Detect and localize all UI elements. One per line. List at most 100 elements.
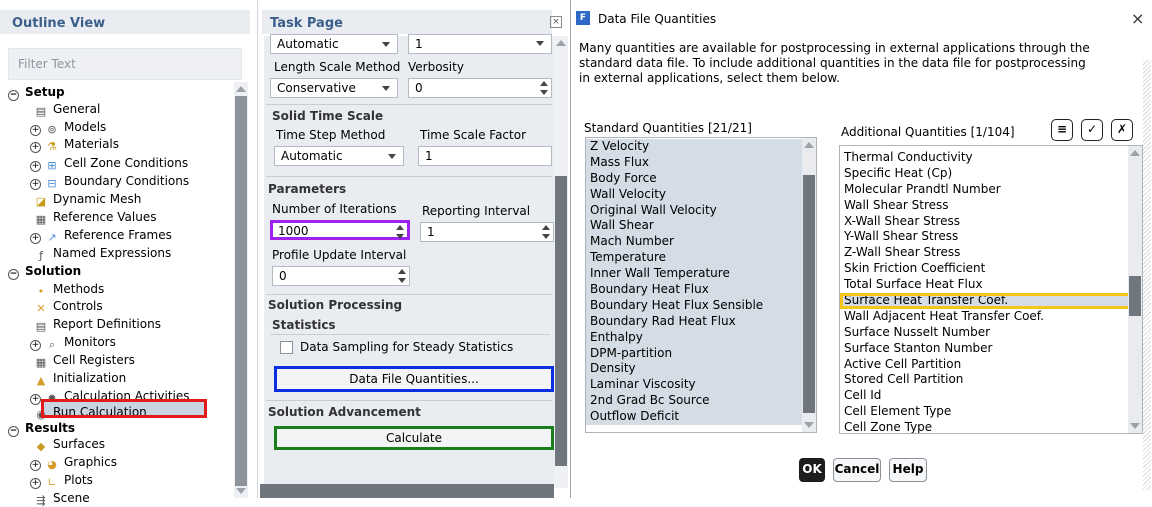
expand-icon[interactable]: + xyxy=(30,233,41,244)
list-item[interactable]: Wall Shear xyxy=(586,218,816,235)
list-item[interactable]: Z-Wall Shear Stress xyxy=(840,245,1142,261)
tree-item-graphics[interactable]: + ◕ Graphics xyxy=(30,454,117,471)
list-item[interactable]: Inner Wall Temperature xyxy=(586,266,816,283)
list-item[interactable]: Cell Element Type xyxy=(840,404,1142,420)
list-item[interactable]: Body Force xyxy=(586,170,816,187)
tree-item-plots[interactable]: + ∟ Plots xyxy=(30,472,93,489)
data-sampling-checkbox[interactable] xyxy=(280,341,293,354)
tree-item-materials[interactable]: + ⚗ Materials xyxy=(30,136,119,153)
tree-item-cell-zone-conditions[interactable]: + ⊞ Cell Zone Conditions xyxy=(30,155,188,172)
ok-button[interactable]: OK xyxy=(799,458,825,482)
list-item[interactable]: Laminar Viscosity xyxy=(586,377,816,394)
task-page-title: Task Page xyxy=(262,10,552,34)
tree-item-cell-registers[interactable]: ▦ Cell Registers xyxy=(34,352,135,369)
top-method-select[interactable]: Automatic xyxy=(270,34,398,54)
select-all-icon[interactable]: ≡ xyxy=(1051,119,1073,141)
tree-item-models[interactable]: + ⊚ Models xyxy=(30,119,106,136)
task-page-scrollbar[interactable] xyxy=(554,36,568,488)
close-icon[interactable]: × xyxy=(1131,9,1144,28)
list-item[interactable]: Z Velocity xyxy=(586,139,816,155)
calculate-button[interactable]: Calculate xyxy=(274,426,554,450)
tree-item-reference-values[interactable]: ▦ Reference Values xyxy=(34,209,157,226)
profile-update-interval-input[interactable]: 0 xyxy=(272,266,410,286)
cell-registers-icon: ▦ xyxy=(35,356,47,369)
tree-item-named-expressions[interactable]: ƒ Named Expressions xyxy=(34,245,171,262)
tree-item-methods[interactable]: • Methods xyxy=(34,281,105,298)
list-item[interactable]: DPM-partition xyxy=(586,345,816,362)
collapse-icon[interactable]: − xyxy=(8,426,19,437)
tree-item-surfaces[interactable]: ◆ Surfaces xyxy=(34,436,105,453)
list-item[interactable]: Active Cell Partition xyxy=(840,357,1142,373)
list-item[interactable]: Surface Stanton Number xyxy=(840,341,1142,357)
reporting-interval-input[interactable]: 1 xyxy=(420,222,554,242)
list-item[interactable]: Wall Adjacent Heat Transfer Coef. xyxy=(840,309,1142,325)
list-item[interactable]: Wall Shear Stress xyxy=(840,198,1142,214)
verbosity-input[interactable]: 0 xyxy=(408,78,552,98)
tree-item-setup[interactable]: − Setup xyxy=(8,84,65,101)
help-button[interactable]: Help xyxy=(889,458,927,482)
expand-icon[interactable]: + xyxy=(30,161,41,172)
tree-item-general[interactable]: ▤ General xyxy=(34,101,101,118)
filter-text-input[interactable]: Filter Text xyxy=(8,48,242,80)
list-item[interactable]: Y-Wall Shear Stress xyxy=(840,229,1142,245)
list-item[interactable]: Stored Cell Partition xyxy=(840,372,1142,388)
deselect-all-icon[interactable]: ✗ xyxy=(1111,119,1133,141)
standard-quantities-list[interactable]: Z Velocity Mass Flux Body Force Wall Veloci… xyxy=(585,137,817,433)
select-checked-icon[interactable]: ✓ xyxy=(1081,119,1103,141)
tree-item-monitors[interactable]: + ⌕ Monitors xyxy=(30,334,116,351)
list-item[interactable]: Outflow Deficit xyxy=(586,409,816,426)
tree-item-solution[interactable]: − Solution xyxy=(8,263,81,280)
expand-icon[interactable]: + xyxy=(30,340,41,351)
list-item[interactable]: 2nd Grad Bc Source xyxy=(586,393,816,410)
list-item[interactable]: Enthalpy xyxy=(586,329,816,346)
length-scale-method-select[interactable]: Conservative xyxy=(270,78,398,98)
list-item[interactable]: Mach Number xyxy=(586,234,816,251)
input-value: 1 xyxy=(427,225,435,239)
list-item[interactable]: Density xyxy=(586,361,816,378)
task-page-close-icon[interactable]: × xyxy=(550,16,562,28)
list-item[interactable]: Boundary Heat Flux Sensible xyxy=(586,297,816,314)
list-item[interactable]: Boundary Rad Heat Flux xyxy=(586,313,816,330)
list-item[interactable]: Thermal Conductivity xyxy=(840,150,1142,166)
list-item[interactable]: Mass Flux xyxy=(586,154,816,171)
expand-icon[interactable]: + xyxy=(30,460,41,471)
list-item[interactable]: Cell Id xyxy=(840,388,1142,404)
additional-quantities-list[interactable]: Thermal Conductivity Specific Heat (Cp) Mo… xyxy=(839,145,1143,434)
list-item[interactable]: Total Surface Heat Flux xyxy=(840,277,1142,293)
outline-scrollbar[interactable] xyxy=(234,82,248,498)
list-item[interactable]: X-Wall Shear Stress xyxy=(840,214,1142,230)
tree-item-boundary-conditions[interactable]: + ⊟ Boundary Conditions xyxy=(30,173,189,190)
tree-item-scene[interactable]: ⇶ Scene xyxy=(34,490,89,507)
tree-item-results[interactable]: − Results xyxy=(8,420,75,437)
cancel-button[interactable]: Cancel xyxy=(833,458,881,482)
expand-icon[interactable]: + xyxy=(30,142,41,153)
list-item[interactable]: Molecular Prandtl Number xyxy=(840,182,1142,198)
time-scale-factor-input[interactable]: 1 xyxy=(418,146,552,166)
list-item[interactable]: Surface Nusselt Number xyxy=(840,325,1142,341)
list-item[interactable]: Boundary Heat Flux xyxy=(586,282,816,298)
number-of-iterations-input[interactable]: 1000 xyxy=(270,220,410,240)
tree-item-controls[interactable]: ✕ Controls xyxy=(34,298,102,315)
tree-item-dynamic-mesh[interactable]: ◪ Dynamic Mesh xyxy=(34,191,142,208)
data-file-quantities-button[interactable]: Data File Quantities... xyxy=(274,366,554,392)
tree-item-initialization[interactable]: ▲ Initialization xyxy=(34,370,126,387)
collapse-icon[interactable]: − xyxy=(8,90,19,101)
list-item[interactable]: Skin Friction Coefficient xyxy=(840,261,1142,277)
task-page-horizontal-scrollbar[interactable] xyxy=(260,484,554,498)
list-item[interactable]: Temperature xyxy=(586,250,816,267)
list-item-selected[interactable]: Surface Heat Transfer Coef. xyxy=(840,293,1142,309)
tree-item-report-definitions[interactable]: ▤ Report Definitions xyxy=(34,316,161,333)
list-item[interactable]: Wall Velocity xyxy=(586,186,816,203)
expand-icon[interactable]: + xyxy=(30,478,41,489)
time-scale-factor-label: Time Scale Factor xyxy=(420,128,527,142)
list-item[interactable]: Cell Zone Type xyxy=(840,420,1142,433)
collapse-icon[interactable]: − xyxy=(8,269,19,280)
expand-icon[interactable]: + xyxy=(30,179,41,190)
resize-grip[interactable] xyxy=(1143,60,1151,490)
tree-item-reference-frames[interactable]: + ↗ Reference Frames xyxy=(30,227,172,244)
expand-icon[interactable]: + xyxy=(30,125,41,136)
list-item[interactable]: Specific Heat (Cp) xyxy=(840,166,1142,182)
list-item[interactable]: Original Wall Velocity xyxy=(586,202,816,219)
time-step-method-select[interactable]: Automatic xyxy=(274,146,404,166)
top-number-input[interactable]: 1 xyxy=(408,34,552,54)
